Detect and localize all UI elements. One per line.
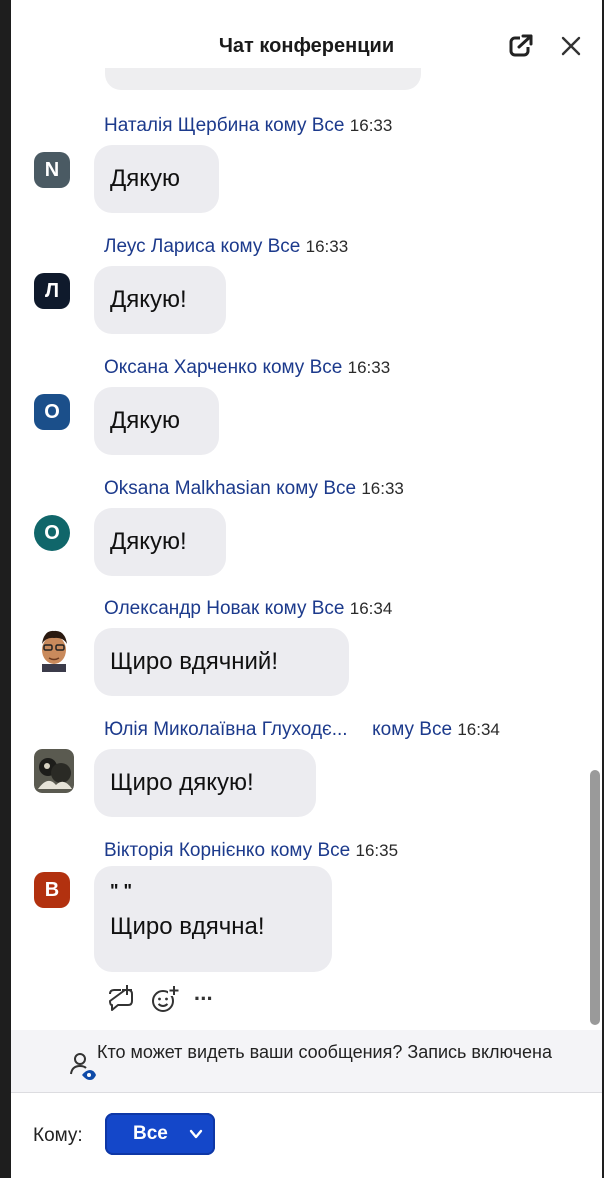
privacy-text: Кто может видеть ваши сообщения? Запись … — [97, 1042, 553, 1062]
avatar-letter: O — [44, 522, 60, 544]
sender-name[interactable]: Леус Лариса — [104, 236, 215, 257]
message-text: Дякую — [110, 165, 181, 192]
recipient: Все — [323, 478, 357, 499]
avatar[interactable]: Л — [34, 273, 70, 309]
message-text: Щиро вдячна! — [110, 913, 265, 940]
previous-message-bubble — [105, 68, 421, 90]
recipient: Все — [419, 719, 453, 740]
message-time: 16:34 — [349, 599, 393, 618]
message-meta: Юлія Миколаївна Глуходє... кому Все 16:3… — [104, 719, 500, 741]
to-word: кому — [262, 357, 305, 378]
avatar-letter: N — [44, 159, 60, 181]
to-word: кому — [276, 478, 319, 499]
recipient: Все — [311, 115, 345, 136]
visibility-people-icon — [70, 1053, 96, 1080]
message-bubble: Дякую — [94, 145, 219, 213]
message-bubble: Дякую — [94, 387, 219, 455]
avatar-photo[interactable] — [34, 749, 74, 793]
avatar-letter: О — [44, 401, 60, 423]
recipient: Все — [311, 598, 345, 619]
popout-icon[interactable] — [507, 32, 535, 60]
more-icon[interactable]: ··· — [194, 985, 226, 1015]
to-word: кому — [372, 719, 414, 740]
sender-name[interactable]: Наталія Щербина — [104, 115, 259, 136]
avatar[interactable]: O — [34, 515, 70, 551]
chevron-down-icon — [189, 1129, 203, 1139]
sender-name[interactable]: Oksana Malkhasian — [104, 478, 271, 499]
to-word: кому — [220, 236, 263, 257]
message-time: 16:34 — [457, 720, 500, 739]
sender-name[interactable]: Олександр Новак — [104, 598, 259, 619]
message-time: 16:33 — [305, 237, 349, 256]
scrollbar-thumb[interactable] — [590, 770, 600, 1025]
message-text: Дякую! — [110, 528, 187, 555]
recipient-label: Кому: — [33, 1125, 83, 1146]
avatar[interactable]: В — [34, 872, 70, 908]
message-time: 16:33 — [361, 479, 404, 498]
avatar[interactable]: N — [34, 152, 70, 188]
message-text: Дякую — [110, 407, 181, 434]
reply-icon[interactable] — [105, 985, 137, 1015]
privacy-notice[interactable]: Кто может видеть ваши сообщения? Запись … — [11, 1030, 602, 1093]
message-bubble: Щиро вдячний! — [94, 628, 349, 696]
recipient: Все — [317, 840, 351, 861]
chat-panel: Чат конференции Наталія Щербина кому Все… — [11, 0, 602, 1178]
message-meta: Наталія Щербина кому Все 16:33 — [104, 115, 392, 137]
message-time: 16:33 — [347, 358, 391, 377]
close-icon[interactable] — [557, 32, 585, 60]
sender-name[interactable]: Оксана Харченко — [104, 357, 257, 378]
message-meta: Оксана Харченко кому Все 16:33 — [104, 357, 390, 379]
recipient-select-value: Все — [133, 1123, 168, 1144]
message-bubble: " " Щиро вдячна! — [94, 866, 332, 972]
message-bubble: Щиро дякую! — [94, 749, 316, 817]
avatar-letter: В — [44, 879, 60, 901]
message-time: 16:35 — [355, 841, 399, 860]
message-time: 16:33 — [349, 116, 393, 135]
message-text: Щиро дякую! — [110, 769, 254, 796]
to-word: кому — [264, 115, 307, 136]
message-meta: Oksana Malkhasian кому Все 16:33 — [104, 478, 404, 500]
recipient: Все — [267, 236, 301, 257]
message-quote-marks: " " — [110, 881, 133, 901]
avatar[interactable]: О — [34, 394, 70, 430]
to-word: кому — [264, 598, 307, 619]
message-actions: ··· — [105, 985, 234, 1015]
sender-name[interactable]: Юлія Миколаївна Глуходє... — [104, 719, 348, 740]
message-bubble: Дякую! — [94, 266, 226, 334]
recipient-row: Кому: Все — [11, 1093, 602, 1178]
message-bubble: Дякую! — [94, 508, 226, 576]
message-text: Щиро вдячний! — [110, 648, 278, 675]
add-reaction-icon[interactable] — [149, 985, 181, 1015]
window-edge — [0, 0, 11, 1178]
to-word: кому — [270, 840, 313, 861]
recipient: Все — [309, 357, 343, 378]
message-meta: Вікторія Корнієнко кому Все 16:35 — [104, 840, 398, 862]
message-meta: Леус Лариса кому Все 16:33 — [104, 236, 348, 258]
avatar-photo[interactable] — [34, 628, 74, 672]
sender-name[interactable]: Вікторія Корнієнко — [104, 840, 265, 861]
message-text: Дякую! — [110, 286, 187, 313]
avatar-letter: Л — [44, 280, 60, 302]
message-meta: Олександр Новак кому Все 16:34 — [104, 598, 392, 620]
recipient-select[interactable]: Все — [105, 1113, 215, 1155]
